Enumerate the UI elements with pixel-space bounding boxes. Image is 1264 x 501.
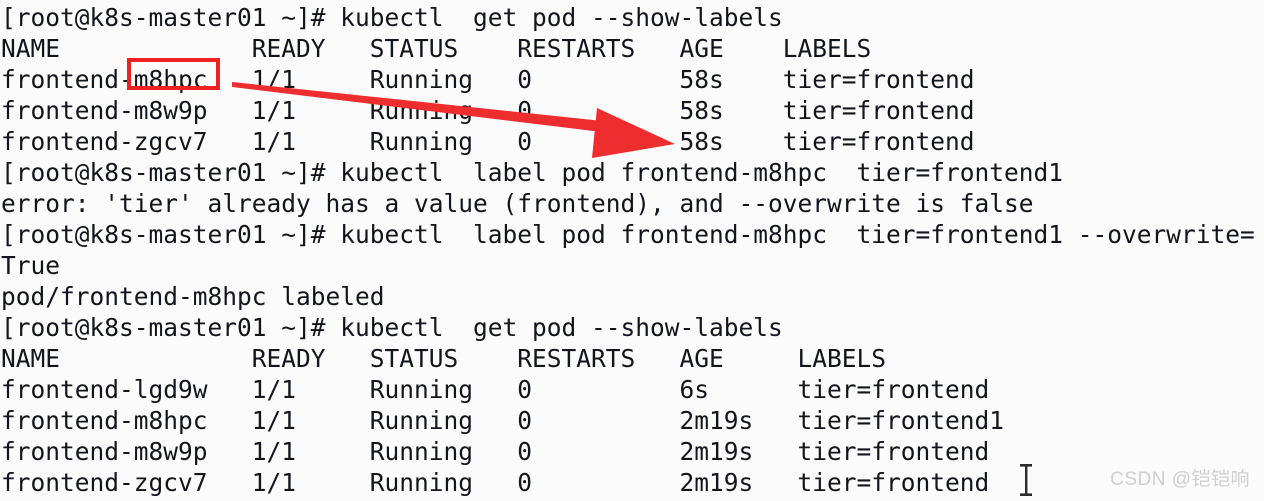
terminal-window[interactable]: [root@k8s-master01 ~]# kubectl get pod -… [0,0,1264,501]
terminal-line: [root@k8s-master01 ~]# kubectl get pod -… [1,3,783,32]
terminal-line: frontend-lgd9w 1/1 Running 0 6s tier=fro… [1,375,990,404]
terminal-line: NAME READY STATUS RESTARTS AGE LABELS [1,34,872,63]
terminal-line: [root@k8s-master01 ~]# kubectl get pod -… [1,313,783,342]
terminal-line: frontend-m8hpc 1/1 Running 0 2m19s tier=… [1,406,1005,435]
terminal-line: frontend-zgcv7 1/1 Running 0 2m19s tier=… [1,468,990,497]
csdn-watermark: CSDN @铠铠响 [1110,469,1250,490]
terminal-line: frontend-m8w9p 1/1 Running 0 2m19s tier=… [1,437,990,466]
terminal-line: frontend-m8w9p 1/1 Running 0 58s tier=fr… [1,96,975,125]
terminal-line: [root@k8s-master01 ~]# kubectl label pod… [1,220,1255,249]
terminal-line: True [1,251,61,280]
terminal-line: frontend-m8hpc 1/1 Running 0 58s tier=fr… [1,65,975,94]
terminal-output: [root@k8s-master01 ~]# kubectl get pod -… [0,2,1264,501]
terminal-line: [root@k8s-master01 ~]# kubectl label pod… [1,158,1064,187]
terminal-line: NAME READY STATUS RESTARTS AGE LABELS [1,344,887,373]
terminal-line: pod/frontend-m8hpc labeled [1,282,385,311]
terminal-line: error: 'tier' already has a value (front… [1,189,1034,218]
terminal-line: frontend-zgcv7 1/1 Running 0 58s tier=fr… [1,127,975,156]
